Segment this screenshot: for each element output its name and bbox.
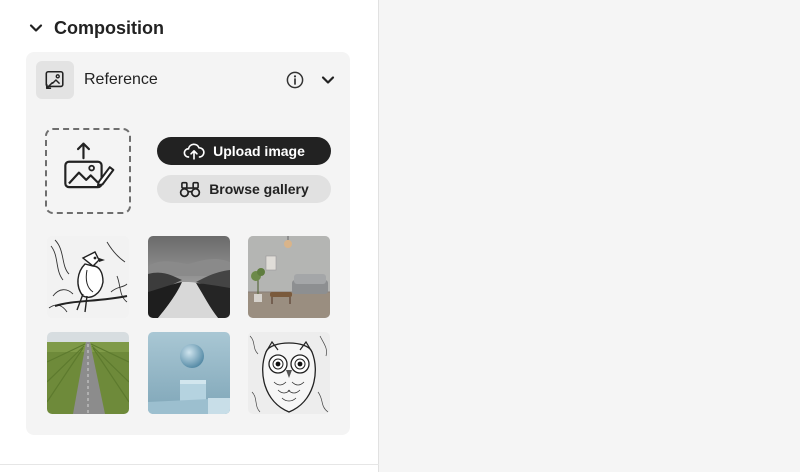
chevron-down-icon[interactable] <box>320 72 336 88</box>
composition-section-toggle[interactable]: Composition <box>28 14 164 42</box>
sample-thumbnail-road[interactable] <box>47 332 129 414</box>
sample-thumbnail-river[interactable] <box>148 236 230 318</box>
section-title: Composition <box>54 17 164 38</box>
image-upload-icon <box>59 140 117 203</box>
sample-gallery <box>47 236 330 418</box>
upload-image-button[interactable]: Upload image <box>157 137 331 165</box>
upload-image-label: Upload image <box>213 143 305 159</box>
sample-thumbnail-owl[interactable] <box>248 332 330 414</box>
reference-header: Reference <box>36 61 340 99</box>
cloud-upload-icon <box>183 142 205 160</box>
image-dropzone[interactable] <box>45 128 131 214</box>
reference-card: Reference Upload image Browse gallery <box>26 52 350 435</box>
binoculars-icon <box>179 180 201 198</box>
browse-gallery-button[interactable]: Browse gallery <box>157 175 331 203</box>
sample-thumbnail-bird[interactable] <box>47 236 129 318</box>
composition-panel: Composition Reference Upload image Brows… <box>0 0 379 472</box>
chevron-down-icon <box>28 20 44 36</box>
image-reference-icon <box>36 61 74 99</box>
reference-label: Reference <box>84 71 158 88</box>
panel-divider <box>0 464 379 465</box>
sample-thumbnail-living-room[interactable] <box>248 236 330 318</box>
sample-thumbnail-sphere[interactable] <box>148 332 230 414</box>
canvas-area <box>380 0 800 472</box>
browse-gallery-label: Browse gallery <box>209 181 309 197</box>
info-icon[interactable] <box>286 71 304 89</box>
